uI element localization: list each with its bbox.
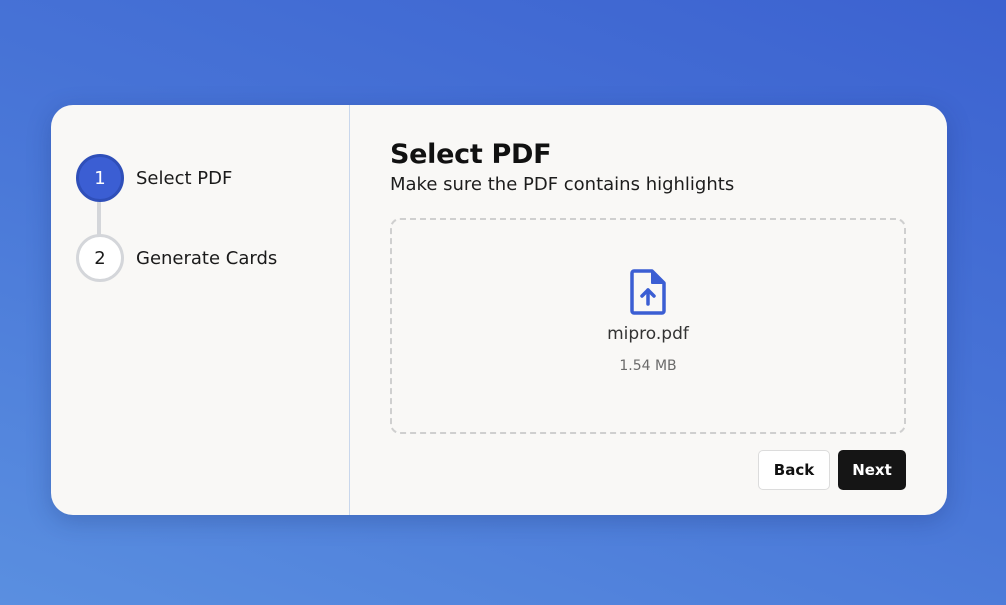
file-name: mipro.pdf	[607, 324, 689, 344]
page-title: Select PDF	[390, 139, 552, 170]
page-subtitle: Make sure the PDF contains highlights	[390, 174, 735, 195]
step-connector	[97, 202, 101, 236]
next-button[interactable]: Next	[838, 450, 906, 490]
step-label: Select PDF	[136, 167, 233, 189]
step-label: Generate Cards	[136, 247, 278, 269]
step-number-badge: 1	[76, 154, 124, 202]
step-generate-cards[interactable]: 2 Generate Cards	[76, 234, 277, 282]
pdf-dropzone[interactable]: mipro.pdf 1.54 MB	[390, 218, 906, 434]
back-button[interactable]: Back	[758, 450, 830, 490]
step-number-badge: 2	[76, 234, 124, 282]
steps-sidebar: 1 Select PDF 2 Generate Cards	[51, 105, 350, 515]
main-panel: Select PDF Make sure the PDF contains hi…	[350, 105, 947, 515]
file-size: 1.54 MB	[619, 358, 677, 374]
file-upload-icon	[630, 269, 666, 315]
step-select-pdf[interactable]: 1 Select PDF	[76, 154, 232, 202]
wizard-card: 1 Select PDF 2 Generate Cards Select PDF…	[51, 105, 947, 515]
